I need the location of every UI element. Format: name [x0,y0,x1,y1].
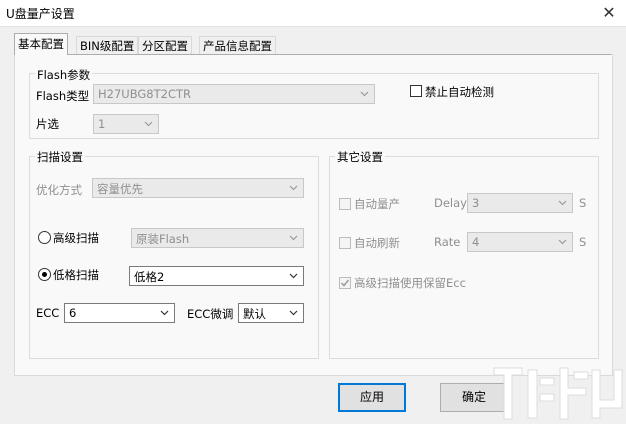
optimize-label: 优化方式 [36,183,82,197]
chevron-down-icon [289,235,298,241]
advanced-scan-radio[interactable] [38,231,51,244]
advanced-scan-value: 原装Flash [136,232,190,246]
chevron-down-icon [360,91,369,97]
auto-production-checkbox[interactable] [339,198,351,210]
advanced-scan-select[interactable]: 原装Flash [131,228,304,248]
lowlevel-scan-select[interactable]: 低格2 [129,266,304,286]
rate-select[interactable]: 4 [467,232,573,252]
disable-auto-detect-checkbox[interactable] [410,85,422,97]
checkmark-icon [340,279,350,287]
tab-label: BIN级配置 [80,39,135,53]
chevron-down-icon [289,273,298,279]
flash-params-group-label: Flash参数 [35,67,93,83]
chip-select-select[interactable]: 1 [93,114,159,134]
chevron-down-icon [289,185,298,191]
disable-auto-detect-label: 禁止自动检测 [425,85,494,99]
title-bar: U盘量产设置 ✕ [0,0,626,26]
title-divider [0,26,626,27]
settings-dialog: U盘量产设置 ✕ 基本配置 BIN级配置 分区配置 产品信息配置 Flash参数… [0,0,626,424]
tab-partition-config[interactable]: 分区配置 [138,36,192,55]
tab-product-info-config[interactable]: 产品信息配置 [199,36,276,55]
ecc-select[interactable]: 6 [64,303,175,323]
lowlevel-scan-label: 低格扫描 [53,268,99,282]
other-settings-group-label: 其它设置 [335,149,385,165]
radio-selected-dot [42,272,47,277]
window-title: U盘量产设置 [6,7,75,21]
other-settings-group [329,156,599,359]
chevron-down-icon [558,200,567,206]
rate-unit: S [579,235,587,249]
optimize-select[interactable]: 容量优先 [92,178,304,198]
scan-settings-group-label: 扫描设置 [35,149,85,165]
auto-refresh-label: 自动刷新 [354,236,400,250]
tab-basic-config[interactable]: 基本配置 [14,33,68,55]
tab-label: 分区配置 [142,39,188,53]
adv-scan-keep-ecc-checkbox[interactable] [339,277,351,289]
rate-value: 4 [472,235,480,249]
advanced-scan-label: 高级扫描 [53,231,99,245]
delay-label: Delay [434,196,467,210]
chevron-down-icon [558,239,567,245]
ecc-value: 6 [69,306,77,320]
flash-type-select[interactable]: H27UBG8T2CTR [93,84,375,104]
optimize-value: 容量优先 [97,182,143,196]
auto-refresh-checkbox[interactable] [339,237,351,249]
tab-panel-top-border [14,54,611,55]
tab-bin-config[interactable]: BIN级配置 [76,36,139,55]
chip-select-value: 1 [98,117,106,131]
delay-select[interactable]: 3 [467,193,573,213]
delay-unit: S [579,196,587,210]
chevron-down-icon [160,310,169,316]
ecc-tune-select[interactable]: 默认 [238,303,304,323]
apply-button[interactable]: 应用 [338,383,406,412]
lowlevel-scan-value: 低格2 [134,270,165,284]
ecc-label: ECC [36,306,60,320]
chevron-down-icon [144,121,153,127]
ecc-tune-value: 默认 [243,307,266,321]
tab-label: 基本配置 [18,37,64,51]
tab-label: 产品信息配置 [203,39,272,53]
chip-select-label: 片选 [36,117,59,131]
flash-type-value: H27UBG8T2CTR [98,87,191,101]
chevron-down-icon [289,310,298,316]
flash-type-label: Flash类型 [36,89,90,103]
close-icon[interactable]: ✕ [598,2,620,24]
watermark-logo [493,367,623,420]
auto-production-label: 自动量产 [354,197,400,211]
lowlevel-scan-radio[interactable] [38,268,51,281]
rate-label: Rate [434,235,461,249]
ecc-tune-label: ECC微调 [187,307,234,321]
adv-scan-keep-ecc-label: 高级扫描使用保留Ecc [354,276,466,290]
delay-value: 3 [472,196,480,210]
